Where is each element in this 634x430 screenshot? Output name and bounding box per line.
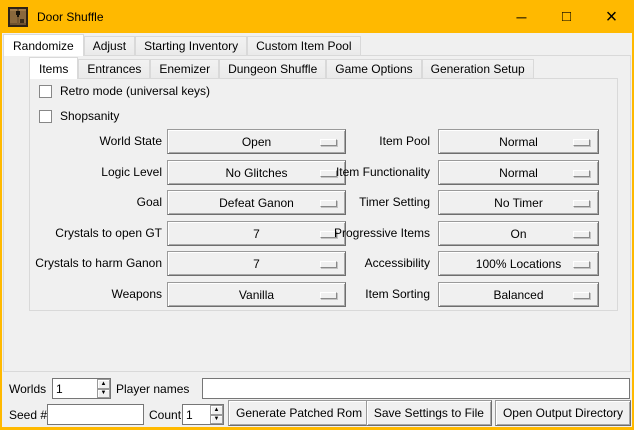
tab-label: Dungeon Shuffle <box>228 62 317 76</box>
dropdown-value: 100% Locations <box>476 257 561 271</box>
checkbox-icon[interactable] <box>39 110 52 123</box>
window-title: Door Shuffle <box>37 10 104 24</box>
dropdown-value: Balanced <box>493 288 543 302</box>
seed-label: Seed # <box>9 408 47 422</box>
tab-game-options[interactable]: Game Options <box>326 59 421 78</box>
main-tab-bar: Randomize Adjust Starting Inventory Cust… <box>3 33 361 55</box>
count-spin-buttons: ▲ ▼ <box>210 405 223 424</box>
maximize-icon: □ <box>562 9 571 24</box>
tab-entrances[interactable]: Entrances <box>78 59 150 78</box>
timer-setting-dropdown[interactable]: No Timer <box>438 190 599 215</box>
bottom-right-buttons: Save Settings to File Open Output Direct… <box>366 400 631 426</box>
close-icon: × <box>606 7 618 27</box>
logic-level-label: Logic Level <box>30 165 162 179</box>
goal-label: Goal <box>30 195 162 209</box>
menu-indicator-icon <box>573 231 590 238</box>
open-output-directory-button[interactable]: Open Output Directory <box>495 400 631 426</box>
close-button[interactable]: × <box>589 0 634 33</box>
world-state-label: World State <box>30 134 162 148</box>
dropdown-value: No Timer <box>494 196 543 210</box>
menu-indicator-icon <box>573 170 590 177</box>
tab-label: Randomize <box>13 39 74 53</box>
window-body: Randomize Adjust Starting Inventory Cust… <box>2 33 632 427</box>
tab-label: Entrances <box>87 62 141 76</box>
worlds-spinner[interactable]: ▲ ▼ <box>52 378 111 399</box>
spin-down-icon[interactable]: ▼ <box>210 415 223 425</box>
menu-indicator-icon <box>573 200 590 207</box>
accessibility-dropdown[interactable]: 100% Locations <box>438 251 599 276</box>
item-functionality-dropdown[interactable]: Normal <box>438 160 599 185</box>
tab-label: Custom Item Pool <box>256 39 351 53</box>
title-bar[interactable]: Door Shuffle ─ □ × <box>0 0 634 33</box>
spin-up-icon[interactable]: ▲ <box>97 379 110 389</box>
crystals-gt-label: Crystals to open GT <box>30 226 162 240</box>
item-pool-label: Item Pool <box>210 134 430 148</box>
worlds-label: Worlds <box>9 382 46 396</box>
menu-indicator-icon <box>573 292 590 299</box>
tab-dungeon-shuffle[interactable]: Dungeon Shuffle <box>219 59 326 78</box>
checkbox-icon[interactable] <box>39 85 52 98</box>
crystals-ganon-label: Crystals to harm Ganon <box>30 256 162 270</box>
tab-label: Starting Inventory <box>144 39 238 53</box>
app-window: Door Shuffle ─ □ × Randomize Adjust Star… <box>0 0 634 430</box>
app-icon <box>8 7 28 27</box>
dropdown-value: Normal <box>499 166 538 180</box>
tab-label: Generation Setup <box>431 62 525 76</box>
player-names-label: Player names <box>116 382 189 396</box>
worlds-input[interactable] <box>53 379 97 398</box>
sub-tab-bar: Items Entrances Enemizer Dungeon Shuffle… <box>29 57 534 78</box>
tab-enemizer[interactable]: Enemizer <box>150 59 219 78</box>
weapons-label: Weapons <box>30 287 162 301</box>
item-sorting-dropdown[interactable]: Balanced <box>438 282 599 307</box>
count-input[interactable] <box>183 405 210 424</box>
accessibility-label: Accessibility <box>210 256 430 270</box>
checkbox-label: Shopsanity <box>60 109 119 123</box>
randomize-pane: Items Entrances Enemizer Dungeon Shuffle… <box>3 55 631 372</box>
player-names-input[interactable] <box>202 378 630 399</box>
item-sorting-label: Item Sorting <box>210 287 430 301</box>
minimize-icon: ─ <box>517 10 527 24</box>
worlds-spin-buttons: ▲ ▼ <box>97 379 110 398</box>
tab-label: Adjust <box>93 39 126 53</box>
minimize-button[interactable]: ─ <box>499 0 544 33</box>
spin-down-icon[interactable]: ▼ <box>97 389 110 399</box>
timer-setting-label: Timer Setting <box>210 195 430 209</box>
tab-label: Game Options <box>335 62 412 76</box>
tab-starting-inventory[interactable]: Starting Inventory <box>135 36 247 55</box>
tab-custom-item-pool[interactable]: Custom Item Pool <box>247 36 360 55</box>
shopsanity-checkbox[interactable]: Shopsanity <box>39 109 119 123</box>
spin-up-icon[interactable]: ▲ <box>210 405 223 415</box>
progressive-items-label: Progressive Items <box>210 226 430 240</box>
retro-mode-checkbox[interactable]: Retro mode (universal keys) <box>39 84 210 98</box>
progressive-items-dropdown[interactable]: On <box>438 221 599 246</box>
count-spinner[interactable]: ▲ ▼ <box>182 404 224 425</box>
tab-label: Items <box>39 62 68 76</box>
checkbox-label: Retro mode (universal keys) <box>60 84 210 98</box>
tab-randomize[interactable]: Randomize <box>3 34 84 56</box>
menu-indicator-icon <box>573 261 590 268</box>
item-functionality-label: Item Functionality <box>210 165 430 179</box>
item-pool-dropdown[interactable]: Normal <box>438 129 599 154</box>
dropdown-value: On <box>510 227 526 241</box>
items-pane: Retro mode (universal keys) Shopsanity W… <box>29 78 618 311</box>
tab-adjust[interactable]: Adjust <box>84 36 135 55</box>
save-settings-button[interactable]: Save Settings to File <box>366 400 492 426</box>
tab-generation-setup[interactable]: Generation Setup <box>422 59 534 78</box>
tab-items[interactable]: Items <box>29 57 78 79</box>
seed-input[interactable] <box>47 404 144 425</box>
tab-label: Enemizer <box>159 62 210 76</box>
dropdown-value: Normal <box>499 135 538 149</box>
caption-buttons: ─ □ × <box>499 0 634 33</box>
maximize-button[interactable]: □ <box>544 0 589 33</box>
count-label: Count <box>149 408 181 422</box>
menu-indicator-icon <box>573 139 590 146</box>
generate-patched-rom-button[interactable]: Generate Patched Rom <box>228 400 370 426</box>
